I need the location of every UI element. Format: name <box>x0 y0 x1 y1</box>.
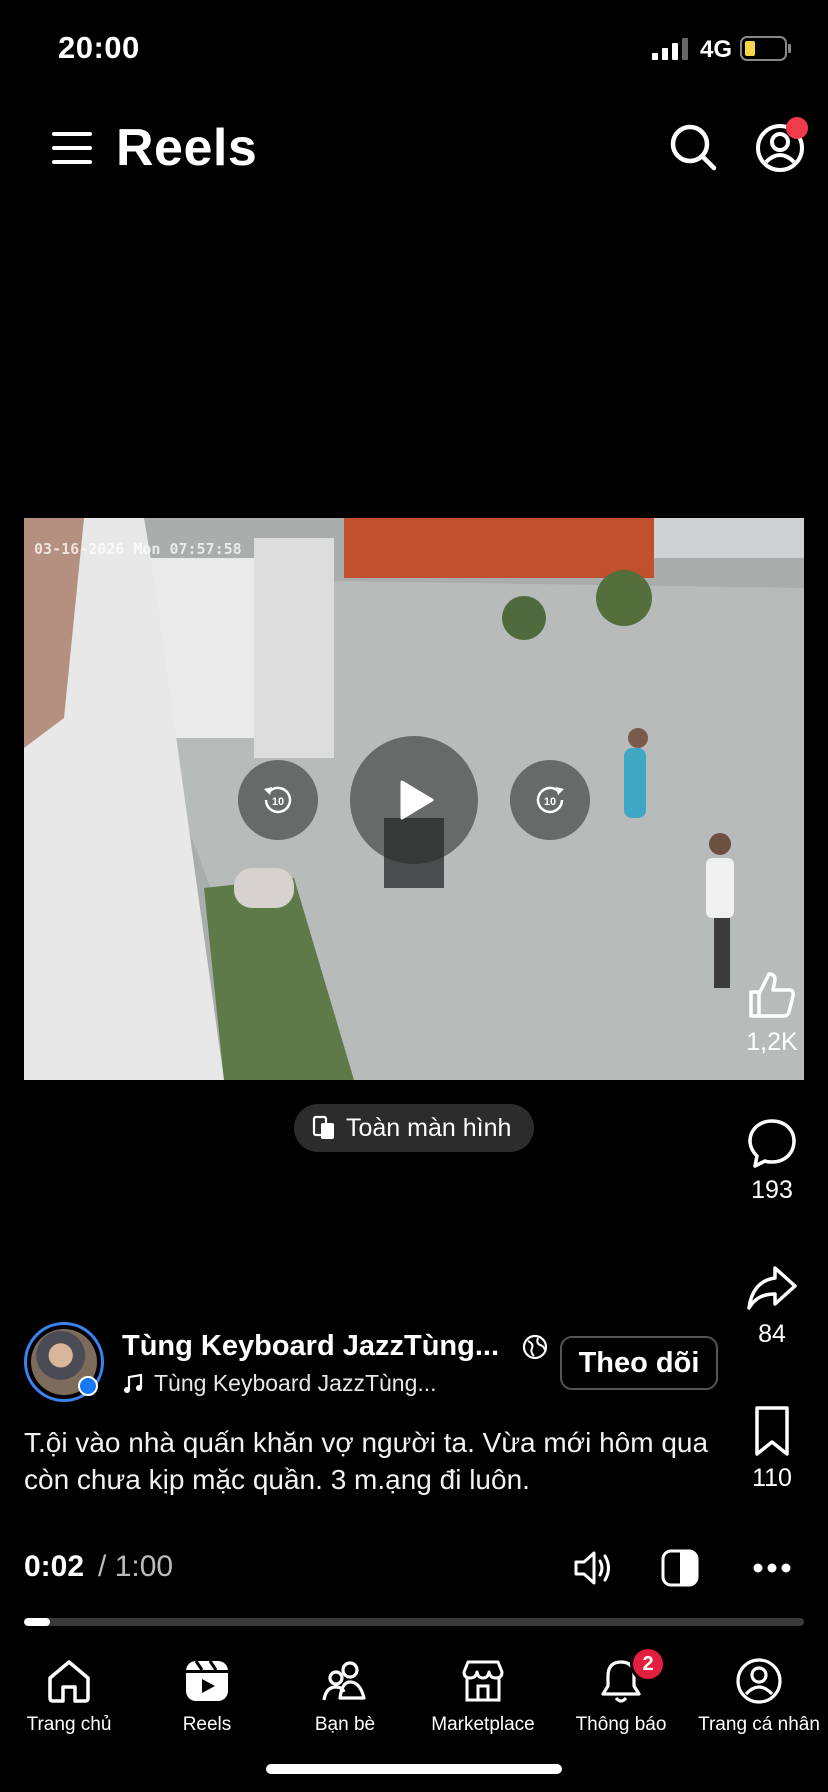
profile-icon <box>736 1658 782 1704</box>
hamburger-menu-icon[interactable] <box>50 126 94 170</box>
progress-fill <box>24 1618 50 1626</box>
progress-bar[interactable] <box>24 1618 804 1626</box>
music-line[interactable]: Tùng Keyboard JazzTùng... <box>122 1370 482 1397</box>
bookmark-icon <box>755 1406 789 1456</box>
bottom-nav: Trang chủ Reels Bạn bè Marketplace 2 Thô… <box>0 1646 828 1746</box>
signal-icon <box>652 38 688 60</box>
video-player[interactable]: 03-16-2026 Mon 07:57:58 10 10 <box>24 518 804 1080</box>
nav-label: Trang cá nhân <box>698 1714 820 1735</box>
play-icon <box>400 780 434 820</box>
friends-icon <box>322 1661 366 1701</box>
page-title: Reels <box>116 119 258 177</box>
nav-profile[interactable]: Trang cá nhân <box>690 1646 828 1736</box>
battery-icon <box>740 36 791 61</box>
nav-notifications[interactable]: 2 Thông báo <box>552 1646 690 1736</box>
reels-icon <box>186 1660 228 1701</box>
fullscreen-label: Toàn màn hình <box>346 1113 512 1142</box>
reel-caption[interactable]: T.ội vào nhà quấn khăn vợ người ta. Vừa … <box>24 1424 724 1498</box>
current-time: 0:02 <box>24 1550 85 1583</box>
top-nav: Reels <box>0 110 828 190</box>
save-count: 110 <box>752 1464 792 1492</box>
globe-icon <box>522 1334 548 1360</box>
follow-button[interactable]: Theo dõi <box>560 1336 718 1390</box>
rotate-phone-icon <box>312 1115 334 1139</box>
author-name[interactable]: Tùng Keyboard JazzTùng... <box>122 1330 532 1363</box>
rewind-icon: 10 <box>264 786 292 814</box>
status-time: 20:00 <box>58 30 140 65</box>
total-time: / 1:00 <box>98 1550 173 1584</box>
nav-label: Bạn bè <box>314 1714 376 1735</box>
nav-label: Marketplace <box>431 1714 535 1735</box>
nav-home[interactable]: Trang chủ <box>0 1646 138 1736</box>
playback-controls: 0:02 / 1:00 <box>24 1546 804 1590</box>
like-button[interactable]: 1,2K <box>730 968 814 1057</box>
rewind-10-button[interactable]: 10 <box>238 760 318 840</box>
time-separator: / <box>98 1550 107 1583</box>
save-button[interactable]: 110 <box>730 1404 814 1493</box>
network-type: 4G <box>700 36 733 63</box>
thumbs-up-icon <box>749 972 795 1018</box>
comment-icon <box>748 1119 796 1168</box>
home-icon <box>48 1660 90 1703</box>
comment-button[interactable]: 193 <box>730 1116 814 1205</box>
forward-icon: 10 <box>536 786 564 814</box>
volume-icon[interactable] <box>570 1546 614 1590</box>
forward-10-button[interactable]: 10 <box>510 760 590 840</box>
nav-label: Trang chủ <box>26 1714 112 1735</box>
fullscreen-button[interactable]: Toàn màn hình <box>294 1104 534 1152</box>
nav-label: Thông báo <box>575 1714 667 1735</box>
music-title: Tùng Keyboard JazzTùng... <box>154 1370 437 1396</box>
verified-badge-icon <box>78 1376 98 1396</box>
home-indicator <box>266 1764 562 1774</box>
search-icon[interactable] <box>668 122 718 172</box>
like-count: 1,2K <box>746 1028 798 1056</box>
picture-in-picture-icon[interactable] <box>660 1548 700 1588</box>
total-duration: 1:00 <box>114 1550 174 1583</box>
nav-friends[interactable]: Bạn bè <box>276 1646 414 1736</box>
share-count: 84 <box>758 1320 786 1348</box>
notification-dot <box>786 117 808 139</box>
more-options-icon[interactable] <box>750 1548 794 1588</box>
comment-count: 193 <box>751 1176 793 1204</box>
status-bar: 20:00 4G <box>0 0 828 100</box>
nav-label: Reels <box>182 1714 232 1735</box>
video-timestamp: 03-16-2026 Mon 07:57:58 <box>34 540 242 558</box>
music-note-icon <box>124 1373 143 1393</box>
share-button[interactable]: 84 <box>730 1260 814 1349</box>
marketplace-icon <box>462 1660 504 1702</box>
nav-reels[interactable]: Reels <box>138 1646 276 1736</box>
nav-marketplace[interactable]: Marketplace <box>414 1646 552 1736</box>
forward-label: 10 <box>544 796 556 808</box>
play-button[interactable] <box>350 736 478 864</box>
notification-badge: 2 <box>630 1646 666 1682</box>
share-icon <box>747 1266 797 1310</box>
rewind-label: 10 <box>272 796 284 808</box>
author-row: Tùng Keyboard JazzTùng... Tùng Keyboard … <box>24 1322 724 1402</box>
